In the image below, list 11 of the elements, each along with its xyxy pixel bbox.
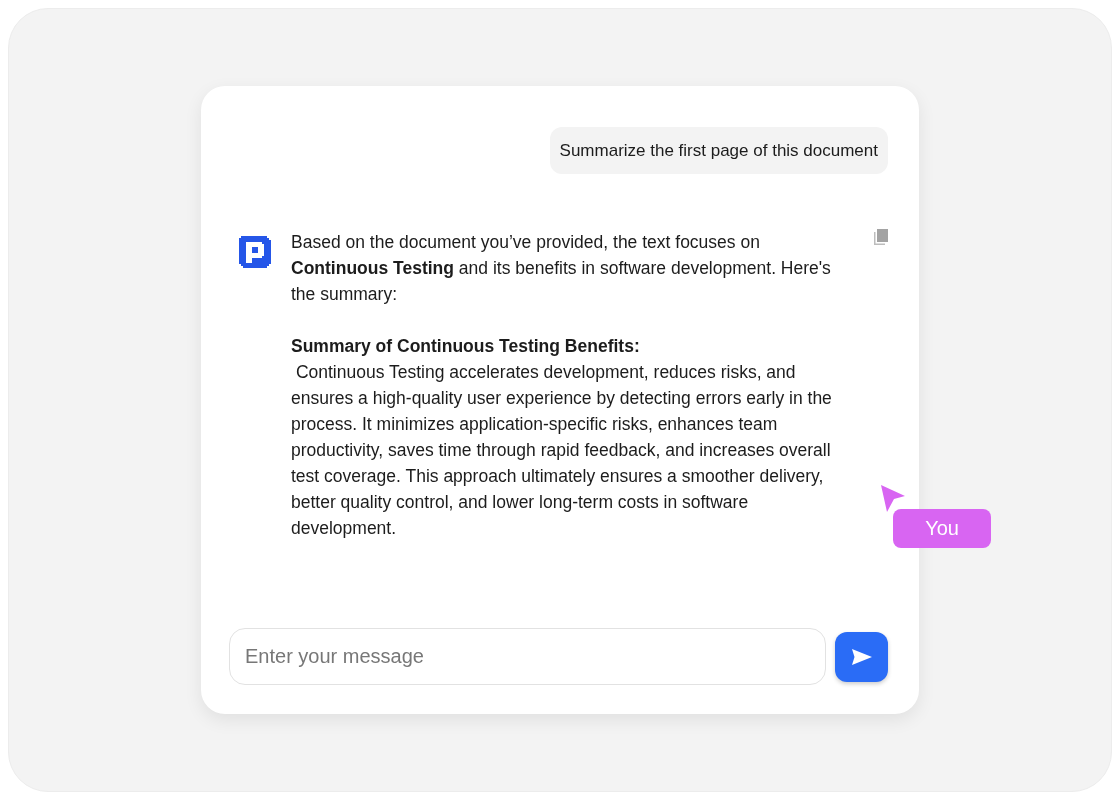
send-icon	[851, 648, 872, 665]
logo-icon	[239, 236, 271, 268]
assistant-message: Based on the document you’ve provided, the text focuses on Continuous Testing and its benefits in software development. Here's the summary:	[291, 231, 832, 306]
user-message: Summarize the first page of this document	[549, 127, 888, 174]
cursor-label: You	[893, 509, 991, 548]
summary-heading: Summary of Continuous Testing Benefits:	[291, 335, 641, 358]
cursor-pointer-icon	[881, 485, 905, 512]
copy-icon[interactable]	[874, 229, 888, 245]
summary-paragraph: Continuous Testing accelerates development, reduces risks, and ensures a high-quality user experience by detecting errors early in the process. It minimizes application-specific risks, enhances team productivity, saves time through rapid feedback, and increases overall test coverage. This approach ultimately ensures a smoother delivery, better quality control, and lower long-term costs in software development.	[291, 361, 833, 540]
send-button[interactable]	[835, 631, 888, 682]
message-input[interactable]: Enter your message	[229, 628, 826, 685]
